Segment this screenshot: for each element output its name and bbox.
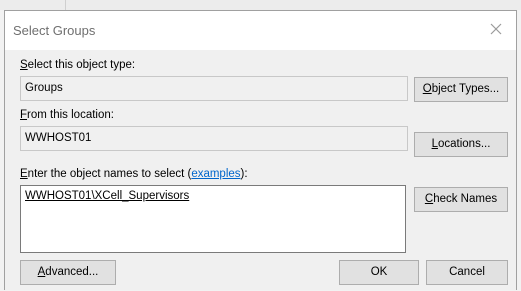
- object-name-entry: WWHOST01\XCell_Supervisors: [25, 190, 190, 202]
- object-types-button[interactable]: Object Types...: [414, 77, 508, 102]
- close-icon: [490, 23, 502, 35]
- names-label: Enter the object names to select (exampl…: [20, 168, 248, 180]
- locations-button[interactable]: Locations...: [414, 132, 508, 157]
- location-field: WWHOST01: [20, 126, 408, 151]
- titlebar: Select Groups: [5, 11, 516, 50]
- cancel-button[interactable]: Cancel: [426, 260, 508, 285]
- background-window: [0, 0, 521, 10]
- ok-button[interactable]: OK: [339, 260, 419, 285]
- examples-link[interactable]: examples: [191, 168, 240, 180]
- dialog-title: Select Groups: [13, 23, 96, 38]
- select-groups-dialog: Select Groups Select this object type: G…: [4, 10, 517, 290]
- advanced-button[interactable]: Advanced...: [20, 260, 116, 285]
- object-type-field: Groups: [20, 76, 408, 101]
- background-divider: [65, 0, 66, 10]
- location-label: From this location:: [20, 109, 114, 121]
- check-names-button[interactable]: Check Names: [414, 187, 508, 212]
- object-names-input[interactable]: WWHOST01\XCell_Supervisors: [20, 185, 406, 253]
- object-type-label: Select this object type:: [20, 59, 136, 71]
- close-button[interactable]: [483, 16, 509, 42]
- dialog-body: Select this object type: Groups Object T…: [5, 50, 516, 290]
